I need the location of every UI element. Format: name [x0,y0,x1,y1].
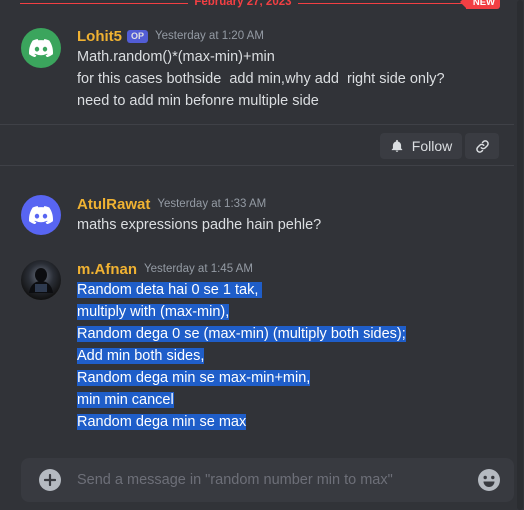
username[interactable]: AtulRawat [77,196,150,213]
link-icon [475,139,489,153]
discord-logo-icon [29,206,53,224]
message-line: Math.random()*(max-min)+min [77,49,275,65]
message-composer [21,458,514,502]
thread-action-bar: Follow [0,124,514,166]
message-line: need to add min befonre multiple side [77,93,319,109]
message-header: Lohit5 OP Yesterday at 1:20 AM [77,26,514,46]
message-content: AtulRawat Yesterday at 1:33 AM maths exp… [77,194,514,236]
selected-text: Random deta hai 0 se 1 tak, [77,282,263,298]
avatar[interactable] [21,195,61,235]
message-line: Random dega 0 se (max-min) (multiply bot… [77,323,514,345]
selected-text: min min cancel [77,392,174,408]
new-badge: NEW [459,0,500,9]
message-line: multiply with (max-min), [77,301,514,323]
username[interactable]: m.Afnan [77,261,137,278]
selected-text: multiply with (max-min), [77,304,230,320]
divider-line-left [20,2,189,4]
date-divider: February 27, 2023 NEW [20,0,500,14]
divider-line-right [297,2,466,4]
message-line: Add min both sides, [77,345,514,367]
emoji-icon [478,469,500,491]
selected-text: Random dega 0 se (max-min) (multiply bot… [77,326,406,342]
message-input[interactable] [77,458,464,502]
discord-logo-icon [29,39,53,57]
message-content: Lohit5 OP Yesterday at 1:20 AM Math.rand… [77,26,514,112]
add-attachment-button[interactable] [39,469,61,491]
timestamp: Yesterday at 1:20 AM [155,30,264,42]
op-badge: OP [127,29,149,43]
message-line: min min cancel [77,389,514,411]
timestamp: Yesterday at 1:45 AM [144,263,253,275]
bell-icon [391,139,403,152]
selected-text: Random dega min se max-min+min, [77,370,311,386]
username[interactable]: Lohit5 [77,28,122,45]
follow-button[interactable]: Follow [380,133,462,159]
divider-date: February 27, 2023 [194,0,292,8]
follow-label: Follow [411,138,453,154]
message-line: Random dega min se max [77,411,514,433]
plus-circle-icon [44,474,56,486]
scrollbar[interactable] [517,0,523,510]
selected-text: Add min both sides, [77,348,205,364]
timestamp: Yesterday at 1:33 AM [157,198,267,210]
message-line: Random deta hai 0 se 1 tak, [77,279,514,301]
copy-link-button[interactable] [465,133,499,159]
emoji-button[interactable] [477,468,501,492]
message-line: Random dega min se max-min+min, [77,367,514,389]
selected-text: Random dega min se max [77,414,247,430]
message-content: m.Afnan Yesterday at 1:45 AM Random deta… [77,259,514,433]
hooded-figure-icon [29,268,53,293]
message-line: for this cases bothside add min,why add … [77,71,445,87]
message-header: AtulRawat Yesterday at 1:33 AM [77,194,514,214]
message-line: maths expressions padhe hain pehle? [77,217,322,233]
avatar[interactable] [21,28,61,68]
message-header: m.Afnan Yesterday at 1:45 AM [77,259,514,279]
avatar[interactable] [21,260,61,300]
